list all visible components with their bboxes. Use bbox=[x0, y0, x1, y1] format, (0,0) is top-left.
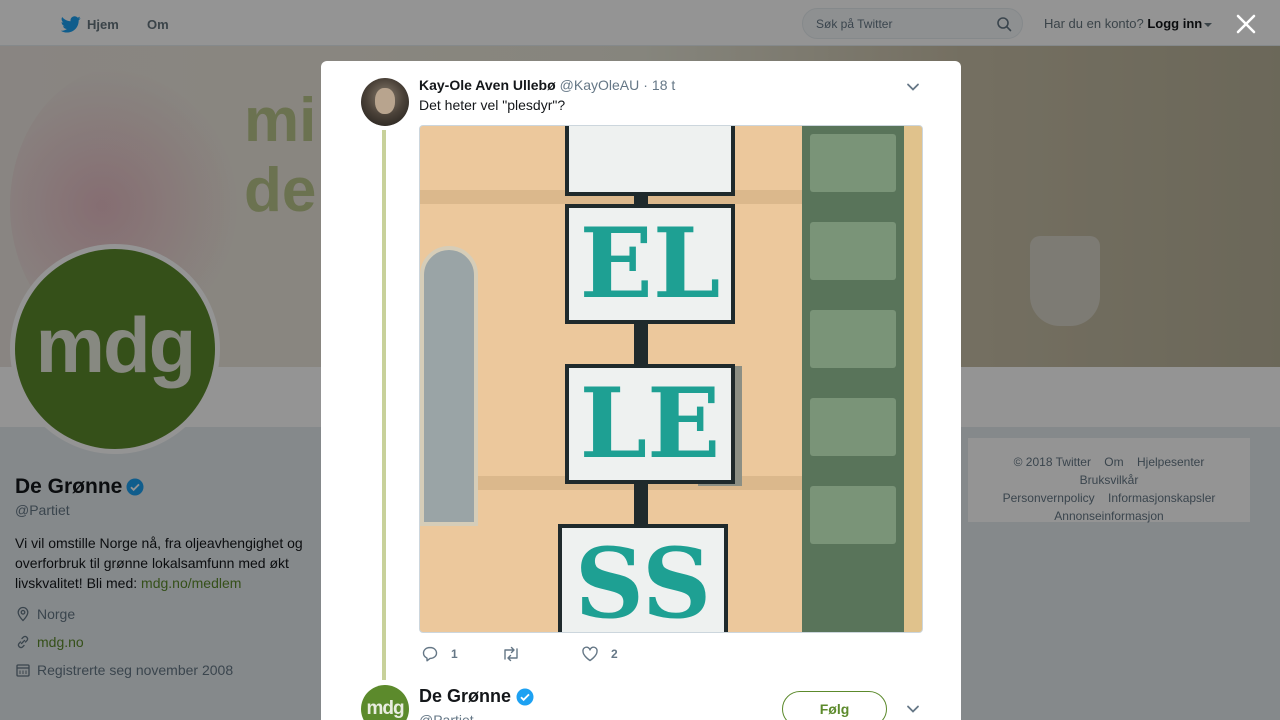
tweet-text: Det heter vel "plesdyr"? bbox=[419, 97, 566, 113]
sign-letters: LE bbox=[579, 367, 721, 480]
green-stone-column bbox=[802, 126, 904, 632]
sign-box bbox=[565, 126, 735, 196]
reply-icon bbox=[422, 646, 438, 662]
reply-button[interactable]: 1 bbox=[421, 643, 458, 665]
thread-connector bbox=[382, 130, 386, 680]
avatar-face bbox=[375, 88, 395, 114]
avatar-text: mdg bbox=[366, 698, 404, 719]
retweet-button[interactable] bbox=[501, 643, 521, 665]
reply-author-avatar[interactable]: mdg bbox=[361, 685, 409, 720]
sign-letters: EL bbox=[579, 207, 721, 320]
reply-count: 1 bbox=[451, 647, 458, 661]
tweet-header: Kay-Ole Aven Ullebø @KayOleAU · 18 t bbox=[419, 77, 675, 93]
stone-block bbox=[810, 486, 896, 544]
tweet-author-name[interactable]: Kay-Ole Aven Ullebø bbox=[419, 77, 556, 93]
sign-box: SS bbox=[558, 524, 728, 633]
reply-author-name-row: De Grønne bbox=[419, 686, 534, 707]
tweet-photo[interactable]: EL LE SS bbox=[419, 125, 923, 633]
tweet-modal: Kay-Ole Aven Ullebø @KayOleAU · 18 t Det… bbox=[321, 61, 961, 720]
tweet-author-handle[interactable]: @KayOleAU bbox=[560, 77, 640, 93]
tweet-timestamp[interactable]: 18 t bbox=[652, 77, 675, 93]
stone-block bbox=[810, 222, 896, 280]
reply-author-name[interactable]: De Grønne bbox=[419, 686, 511, 707]
retweet-icon bbox=[504, 646, 518, 662]
sign-box: EL bbox=[565, 204, 735, 324]
verified-badge-icon bbox=[516, 688, 534, 705]
close-icon[interactable] bbox=[1230, 8, 1262, 40]
stone-block bbox=[810, 310, 896, 368]
reply-author-handle[interactable]: @Partiet bbox=[419, 712, 474, 720]
stone-block bbox=[810, 134, 896, 192]
chevron-down-icon[interactable] bbox=[905, 79, 921, 95]
chevron-down-icon[interactable] bbox=[905, 701, 921, 717]
sign-letters: SS bbox=[574, 527, 712, 633]
tweet-separator: · bbox=[643, 77, 648, 93]
heart-icon bbox=[582, 646, 598, 662]
like-button[interactable]: 2 bbox=[581, 643, 618, 665]
tweet-author-avatar[interactable] bbox=[361, 78, 409, 126]
like-count: 2 bbox=[611, 647, 618, 661]
follow-button[interactable]: Følg bbox=[782, 691, 887, 720]
sign-box: LE bbox=[565, 364, 735, 484]
stone-block bbox=[810, 398, 896, 456]
building-window bbox=[420, 246, 478, 526]
drain-pipe bbox=[904, 126, 922, 632]
